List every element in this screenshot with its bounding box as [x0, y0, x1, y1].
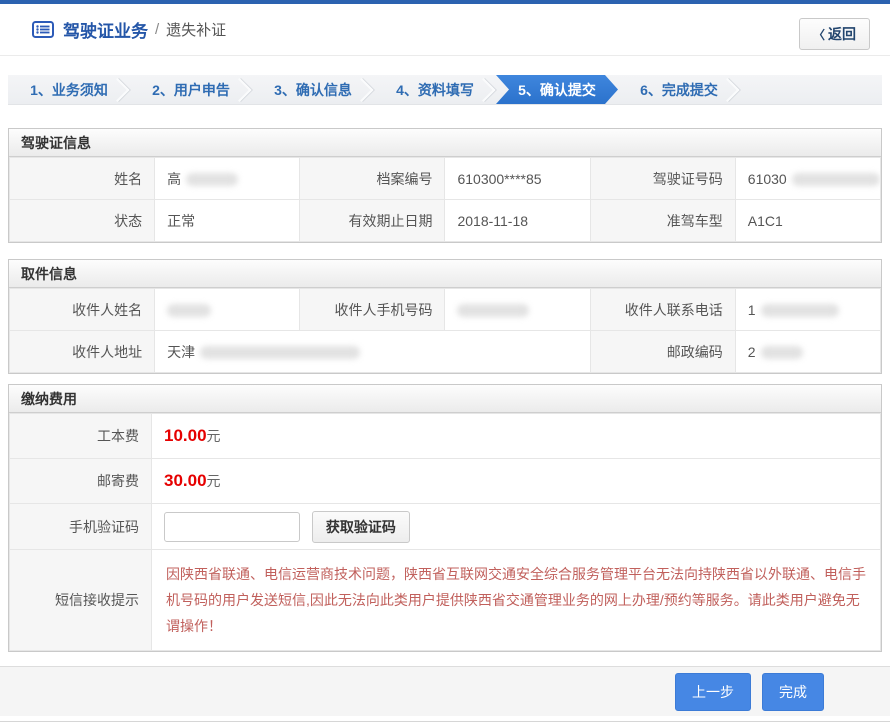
recipient-phone-label: 收件人联系电话 — [590, 289, 735, 331]
mailing-fee-amount: 30.00 — [164, 471, 207, 490]
sms-notice-text: 因陕西省联通、电信运营商技术问题，陕西省互联网交通安全综合服务管理平台无法向持陕… — [152, 550, 881, 651]
previous-step-button[interactable]: 上一步 — [675, 673, 751, 711]
breadcrumb-current: 遗失补证 — [166, 19, 226, 40]
status-value: 正常 — [155, 200, 300, 242]
file-number-label: 档案编号 — [300, 158, 445, 200]
pickup-info-panel: 取件信息 收件人姓名 收件人手机号码 收件人联系电话 1 收件人地址 天津 邮政… — [8, 259, 882, 374]
back-button[interactable]: 〈返回 — [799, 18, 870, 50]
production-fee-unit: 元 — [207, 428, 221, 444]
mailing-fee-value: 30.00元 — [152, 459, 881, 504]
vehicle-class-value: A1C1 — [735, 200, 880, 242]
back-button-label: 返回 — [828, 26, 856, 42]
vehicle-class-label: 准驾车型 — [590, 200, 735, 242]
step-4-fill-material[interactable]: 4、资料填写 — [374, 75, 496, 104]
redaction-blur — [792, 173, 880, 186]
recipient-name-value — [155, 289, 300, 331]
name-label: 姓名 — [10, 158, 155, 200]
get-sms-code-button[interactable]: 获取验证码 — [312, 511, 410, 543]
back-chevron-icon: 〈 — [813, 28, 825, 42]
table-row: 短信接收提示 因陕西省联通、电信运营商技术问题，陕西省互联网交通安全综合服务管理… — [10, 550, 881, 651]
production-fee-value: 10.00元 — [152, 414, 881, 459]
redaction-blur — [761, 346, 803, 359]
payment-panel: 缴纳费用 工本费 10.00元 邮寄费 30.00元 手机验证码 获取验证码 短… — [8, 384, 882, 652]
table-row: 邮寄费 30.00元 — [10, 459, 881, 504]
payment-title: 缴纳费用 — [9, 385, 881, 413]
step-2-user-declaration[interactable]: 2、用户申告 — [130, 75, 252, 104]
sms-code-cell: 获取验证码 — [152, 504, 881, 550]
finish-button[interactable]: 完成 — [762, 673, 824, 711]
step-6-finish-submit[interactable]: 6、完成提交 — [618, 75, 740, 104]
step-3-confirm-info[interactable]: 3、确认信息 — [252, 75, 374, 104]
license-info-panel: 驾驶证信息 姓名 高 档案编号 610300****85 驾驶证号码 61030… — [8, 128, 882, 243]
sms-notice-label: 短信接收提示 — [10, 550, 152, 651]
status-label: 状态 — [10, 200, 155, 242]
postal-code-label: 邮政编码 — [590, 331, 735, 373]
step-1-business-notice[interactable]: 1、业务须知 — [8, 75, 130, 104]
step-5-confirm-submit[interactable]: 5、确认提交 — [496, 75, 618, 104]
breadcrumb-separator: / — [155, 21, 159, 38]
license-info-table: 姓名 高 档案编号 610300****85 驾驶证号码 61030 状态 正常… — [9, 157, 881, 242]
table-row: 姓名 高 档案编号 610300****85 驾驶证号码 61030 — [10, 158, 881, 200]
sms-code-label: 手机验证码 — [10, 504, 152, 550]
production-fee-label: 工本费 — [10, 414, 152, 459]
table-row: 手机验证码 获取验证码 — [10, 504, 881, 550]
file-number-value: 610300****85 — [445, 158, 590, 200]
table-row: 收件人姓名 收件人手机号码 收件人联系电话 1 — [10, 289, 881, 331]
mailing-fee-unit: 元 — [207, 473, 221, 489]
recipient-phone-value: 1 — [735, 289, 880, 331]
redaction-blur — [186, 173, 238, 186]
pickup-info-table: 收件人姓名 收件人手机号码 收件人联系电话 1 收件人地址 天津 邮政编码 2 — [9, 288, 881, 373]
page-header: 驾驶证业务 / 遗失补证 〈返回 — [0, 4, 890, 56]
recipient-address-value: 天津 — [155, 331, 590, 373]
license-number-label: 驾驶证号码 — [590, 158, 735, 200]
footer-action-bar: 上一步 完成 — [0, 666, 890, 716]
step-progress-bar: 1、业务须知 2、用户申告 3、确认信息 4、资料填写 5、确认提交 6、完成提… — [8, 75, 882, 105]
recipient-name-label: 收件人姓名 — [10, 289, 155, 331]
sms-code-input[interactable] — [164, 512, 300, 542]
postal-code-value: 2 — [735, 331, 880, 373]
mailing-fee-label: 邮寄费 — [10, 459, 152, 504]
redaction-blur — [457, 304, 529, 317]
production-fee-amount: 10.00 — [164, 426, 207, 445]
table-row: 工本费 10.00元 — [10, 414, 881, 459]
recipient-address-label: 收件人地址 — [10, 331, 155, 373]
expiry-date-value: 2018-11-18 — [445, 200, 590, 242]
redaction-blur — [200, 346, 360, 359]
list-document-icon — [32, 21, 54, 38]
license-info-title: 驾驶证信息 — [9, 129, 881, 157]
redaction-blur — [167, 304, 211, 317]
expiry-date-label: 有效期止日期 — [300, 200, 445, 242]
table-row: 收件人地址 天津 邮政编码 2 — [10, 331, 881, 373]
redaction-blur — [761, 304, 839, 317]
page-title: 驾驶证业务 — [63, 17, 148, 42]
recipient-mobile-value — [445, 289, 590, 331]
table-row: 状态 正常 有效期止日期 2018-11-18 准驾车型 A1C1 — [10, 200, 881, 242]
recipient-mobile-label: 收件人手机号码 — [300, 289, 445, 331]
name-value: 高 — [155, 158, 300, 200]
pickup-info-title: 取件信息 — [9, 260, 881, 288]
license-number-value: 61030 — [735, 158, 880, 200]
payment-table: 工本费 10.00元 邮寄费 30.00元 手机验证码 获取验证码 短信接收提示… — [9, 413, 881, 651]
